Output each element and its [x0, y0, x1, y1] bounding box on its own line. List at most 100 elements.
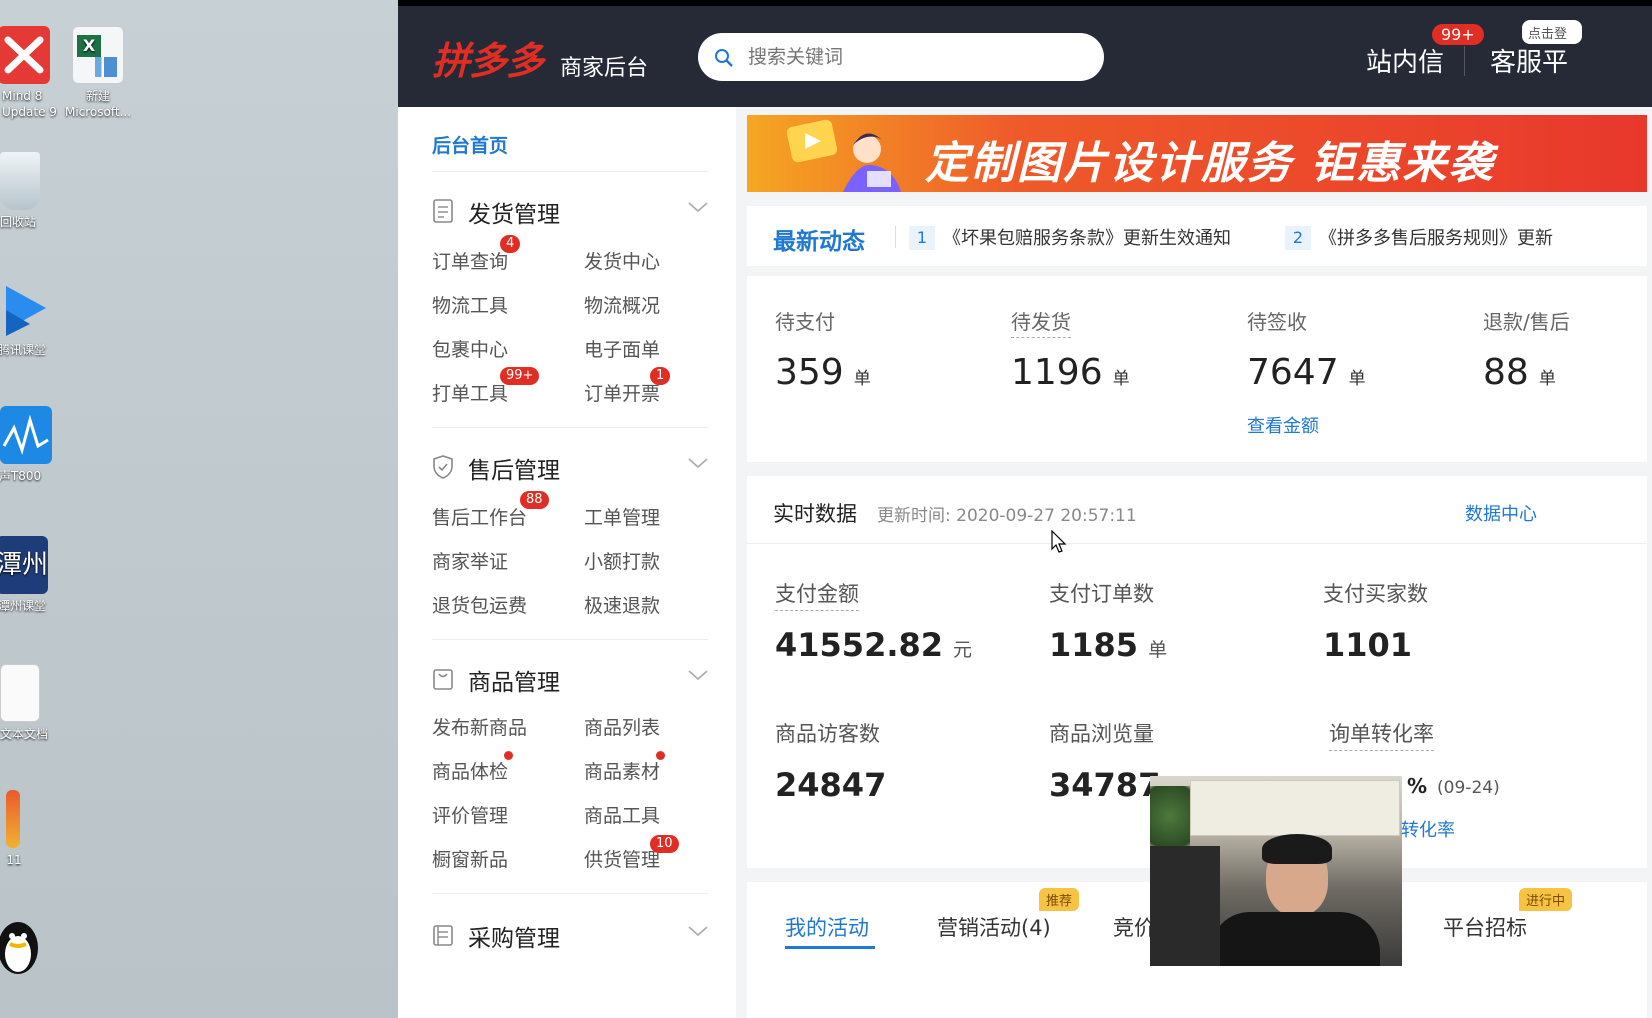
data-center-link[interactable]: 数据中心: [1465, 500, 1537, 526]
section-purchase-header[interactable]: 采购管理: [432, 917, 708, 952]
red-dot-indicator: [656, 751, 665, 760]
sidebar-item-goods-check[interactable]: 商品体检: [432, 757, 508, 784]
login-pill[interactable]: 点击登: [1522, 20, 1582, 44]
desktop-icon-label: 腾讯课堂: [0, 343, 46, 357]
notification-badge: 99+: [500, 367, 540, 385]
view-amount-link[interactable]: 查看金额: [1247, 412, 1319, 438]
update-time: 更新时间: 2020-09-27 20:57:11: [877, 506, 1137, 526]
conversion-link[interactable]: 转化率: [1401, 816, 1455, 842]
desktop-icon-label: Mind 8 Update 9: [2, 89, 57, 119]
sidebar-item-review-management[interactable]: 评价管理: [432, 801, 508, 828]
sidebar-item-order-query[interactable]: 订单查询: [432, 247, 508, 274]
stat-value[interactable]: 359 单: [775, 352, 871, 393]
sidebar-item-goods-material[interactable]: 商品素材: [584, 757, 660, 784]
tab-my-activities[interactable]: 我的活动: [785, 912, 869, 942]
tab-marketing-activities[interactable]: 营销活动(4): [937, 912, 1051, 942]
metric-label: 商品访客数: [775, 722, 880, 746]
desktop-icon-tanzhou[interactable]: 潭州 潭州课堂: [0, 536, 62, 614]
divider: [895, 226, 896, 248]
notification-badge: 88: [520, 491, 549, 509]
desktop-icon-recycle-bin[interactable]: 回收站: [0, 152, 58, 230]
sidebar-item-goods-list[interactable]: 商品列表: [584, 713, 660, 740]
section-goods-header[interactable]: 商品管理: [432, 661, 708, 696]
sidebar-item-showcase-new[interactable]: 橱窗新品: [432, 845, 508, 872]
metric-value: 41552.82 元: [775, 626, 972, 664]
news-link[interactable]: 《拼多多售后服务规则》更新: [1319, 224, 1553, 250]
sidebar-home-link[interactable]: 后台首页: [432, 131, 508, 158]
news-link[interactable]: 《坏果包赔服务条款》更新生效通知: [943, 224, 1231, 250]
sidebar-item-small-payment[interactable]: 小额打款: [584, 547, 660, 574]
promo-banner[interactable]: 定制图片设计服务 钜惠来袭: [747, 115, 1647, 192]
inbox-link[interactable]: 站内信: [1366, 42, 1444, 79]
recycle-bin-icon: [0, 152, 40, 210]
desktop-icon-excel[interactable]: X 新建 Microsoft...: [58, 26, 138, 120]
notification-badge: 4: [500, 235, 521, 253]
sidebar-item-merchant-evidence[interactable]: 商家举证: [432, 547, 508, 574]
metric-number: %: [1407, 774, 1428, 798]
stat-value[interactable]: 7647 单: [1247, 352, 1366, 393]
sidebar-item-logistics-tools[interactable]: 物流工具: [432, 291, 508, 318]
realtime-title: 实时数据: [773, 502, 857, 526]
desktop: Mind 8 Update 9 X 新建 Microsoft... 回收站 腾讯…: [0, 0, 398, 1018]
stat-value[interactable]: 1196 单: [1011, 352, 1130, 393]
section-title: 售后管理: [468, 458, 560, 484]
sidebar-item-e-waybill[interactable]: 电子面单: [584, 335, 660, 362]
sidebar-item-ticket-management[interactable]: 工单管理: [584, 503, 660, 530]
purchase-icon: [433, 925, 453, 946]
sidebar-item-publish-goods[interactable]: 发布新商品: [432, 713, 527, 740]
chevron-down-icon[interactable]: [688, 669, 708, 681]
recommend-tag: 推荐: [1039, 888, 1080, 911]
section-shipping-header[interactable]: 发货管理: [432, 193, 708, 228]
chevron-down-icon[interactable]: [688, 201, 708, 213]
stat-unit: 单: [853, 369, 871, 389]
sidebar-item-package-center[interactable]: 包裹中心: [432, 335, 508, 362]
top-header: 拼多多 商家后台 站内信 99+ 客服平 点击登: [398, 6, 1652, 107]
divider: [432, 427, 708, 428]
sidebar-item-supply-management[interactable]: 供货管理: [584, 845, 660, 872]
chevron-down-icon[interactable]: [688, 925, 708, 937]
excel-icon: X: [72, 26, 124, 84]
sidebar-item-logistics-overview[interactable]: 物流概况: [584, 291, 660, 318]
search-box[interactable]: [698, 33, 1104, 81]
metric-label: 支付买家数: [1323, 582, 1428, 606]
notification-badge: 10: [650, 835, 679, 853]
chair-back: [1150, 846, 1220, 966]
sidebar-item-return-shipping[interactable]: 退货包运费: [432, 591, 527, 618]
chevron-down-icon[interactable]: [688, 457, 708, 469]
search-input[interactable]: [746, 43, 1086, 71]
banner-text: 定制图片设计服务 钜惠来袭: [925, 138, 1495, 189]
stat-value[interactable]: 88 单: [1483, 352, 1556, 393]
news-strip: 最新动态 1 《坏果包赔服务条款》更新生效通知 2 《拼多多售后服务规则》更新: [747, 206, 1647, 266]
desktop-icon-label: 回收站: [0, 215, 36, 229]
stat-number: 7647: [1247, 352, 1339, 393]
desktop-icon-tencent-class[interactable]: 腾讯课堂: [0, 280, 62, 358]
sidebar-item-order-invoice[interactable]: 订单开票: [584, 379, 660, 406]
desktop-icon-label: 文本文档: [0, 727, 48, 741]
news-index: 1: [909, 226, 935, 250]
desktop-icon-textdoc[interactable]: 文本文档: [0, 664, 64, 742]
desktop-icon-file[interactable]: 11: [0, 790, 54, 868]
classroom-icon: 潭州: [0, 536, 48, 594]
metric-number: 1185: [1049, 626, 1139, 664]
sidebar-item-print-tool[interactable]: 打单工具: [432, 379, 508, 406]
tab-bidding[interactable]: 竞价: [1113, 912, 1155, 942]
tab-platform-tender[interactable]: 平台招标: [1443, 912, 1527, 942]
audio-wave-icon: [0, 406, 52, 464]
desktop-icon-xmind[interactable]: Mind 8 Update 9: [0, 26, 60, 120]
inbox-badge: 99+: [1432, 24, 1484, 45]
presenter-hair: [1262, 834, 1332, 864]
sidebar-item-aftersale-workbench[interactable]: 售后工作台: [432, 503, 527, 530]
section-aftersale-header[interactable]: 售后管理: [432, 449, 708, 484]
pinduoduo-logo[interactable]: 拼多多: [432, 30, 544, 85]
sidebar-item-goods-tools[interactable]: 商品工具: [584, 801, 660, 828]
metric-number: 24847: [775, 766, 887, 804]
webcam-overlay: [1150, 776, 1402, 966]
customer-service-link[interactable]: 客服平: [1490, 42, 1568, 79]
metric-value: 34787: [1049, 766, 1160, 804]
divider: [747, 543, 1647, 544]
red-dot-indicator: [504, 751, 513, 760]
sidebar-item-fast-refund[interactable]: 极速退款: [584, 591, 660, 618]
desktop-icon-audio[interactable]: 声T800: [0, 406, 60, 484]
sidebar-item-shipping-center[interactable]: 发货中心: [584, 247, 660, 274]
desktop-icon-qq[interactable]: [0, 916, 58, 978]
